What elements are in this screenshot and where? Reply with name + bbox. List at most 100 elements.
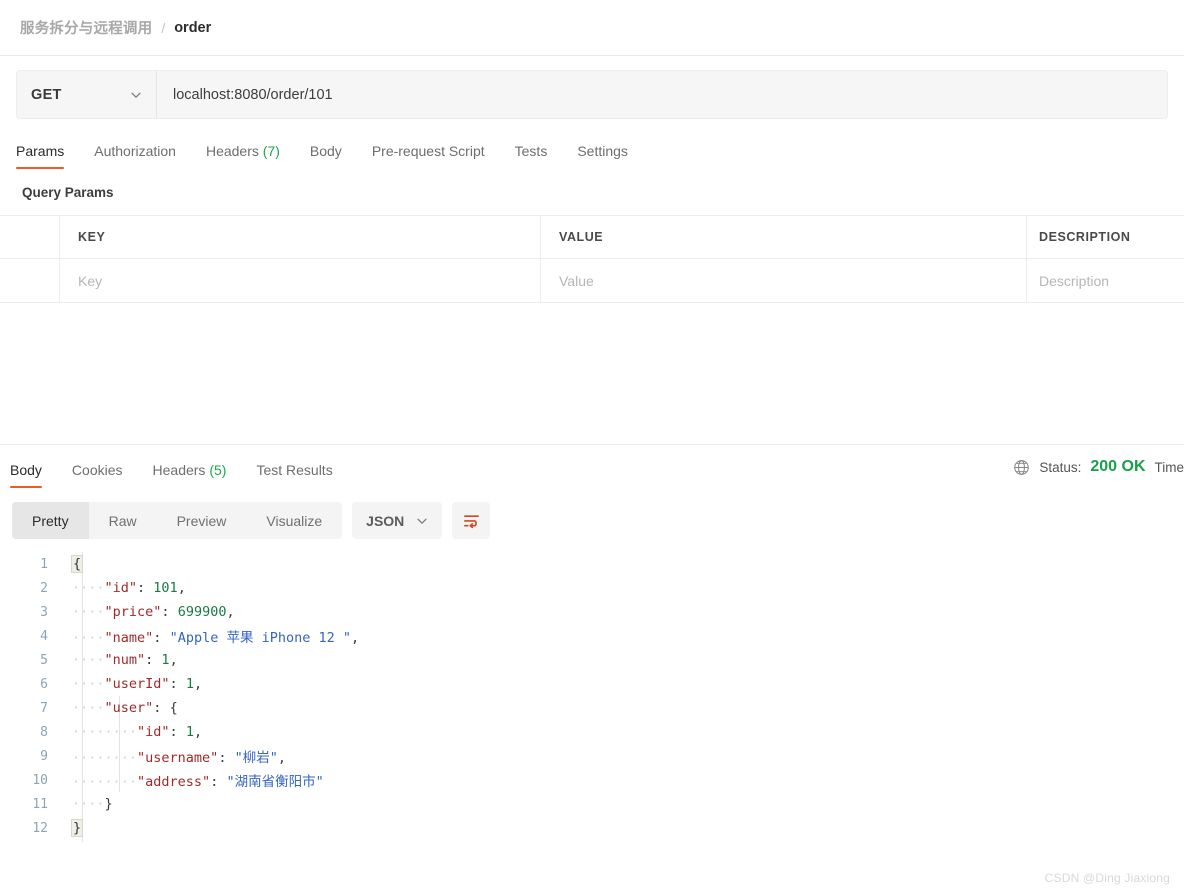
code-token: { bbox=[169, 700, 178, 716]
response-pane-divider[interactable] bbox=[0, 444, 1184, 445]
status-badge: 200 OK bbox=[1090, 458, 1146, 475]
response-tab-headers[interactable]: Headers (5) bbox=[153, 462, 227, 488]
tab-headers[interactable]: Headers (7) bbox=[206, 143, 280, 169]
tab-authorization[interactable]: Authorization bbox=[94, 143, 176, 169]
tab-headers-label: Headers bbox=[205, 143, 259, 159]
code-token: : bbox=[218, 750, 235, 766]
body-format-selector[interactable]: JSON bbox=[352, 502, 443, 539]
code-line-text: ····"name": "Apple 苹果 iPhone 12 ", bbox=[58, 626, 359, 646]
code-token: : bbox=[137, 580, 154, 596]
query-params-title: Query Params bbox=[22, 185, 114, 200]
breadcrumb-current-request[interactable]: order bbox=[174, 20, 211, 36]
row-checkbox-cell[interactable] bbox=[0, 259, 60, 302]
line-number: 6 bbox=[40, 676, 48, 692]
code-token: "name" bbox=[104, 630, 154, 646]
code-token: ···· bbox=[72, 700, 105, 716]
param-description-input[interactable]: Description bbox=[1027, 259, 1184, 302]
code-token: 1 bbox=[185, 676, 194, 692]
code-line: 7 ····"user": { bbox=[0, 696, 1184, 720]
tab-body[interactable]: Body bbox=[310, 143, 342, 169]
param-key-input[interactable]: Key bbox=[60, 259, 541, 302]
view-mode-visualize-label: Visualize bbox=[266, 512, 323, 529]
code-token: "num" bbox=[104, 652, 146, 668]
code-line: 2 ····"id": 101, bbox=[0, 576, 1184, 600]
code-token: ···· bbox=[104, 774, 138, 790]
breadcrumb-collection[interactable]: 服务拆分与远程调用 bbox=[20, 17, 152, 38]
code-token: : bbox=[210, 774, 227, 790]
code-token: "Apple 苹果 iPhone 12 " bbox=[169, 630, 351, 646]
tab-pre-request-script[interactable]: Pre-request Script bbox=[372, 143, 485, 169]
code-line-text: ········"id": 1, bbox=[58, 724, 202, 740]
response-tab-headers-label: Headers bbox=[152, 462, 206, 478]
view-mode-pretty-label: Pretty bbox=[32, 512, 69, 529]
code-line: 8 ········"id": 1, bbox=[0, 720, 1184, 744]
param-value-input[interactable]: Value bbox=[541, 259, 1027, 302]
tab-tests[interactable]: Tests bbox=[515, 143, 548, 169]
response-body-code[interactable]: 1{2 ····"id": 101, 3 ····"price": 699900, 4 ·… bbox=[0, 552, 1184, 894]
code-line-text: ····} bbox=[58, 796, 113, 812]
chevron-down-icon bbox=[416, 515, 428, 527]
globe-icon[interactable] bbox=[1013, 459, 1030, 476]
tab-settings[interactable]: Settings bbox=[577, 143, 628, 169]
tab-settings-label: Settings bbox=[577, 143, 628, 159]
tab-tests-label: Tests bbox=[514, 143, 548, 159]
code-token: : bbox=[169, 676, 186, 692]
chevron-down-icon bbox=[130, 89, 142, 101]
table-row[interactable]: Key Value Description bbox=[0, 259, 1184, 302]
http-method-selector[interactable]: GET bbox=[17, 71, 157, 118]
code-token: "id" bbox=[137, 724, 170, 740]
column-header-description: DESCRIPTION bbox=[1027, 216, 1184, 258]
view-mode-pretty[interactable]: Pretty bbox=[12, 502, 89, 539]
tab-pre-request-script-label: Pre-request Script bbox=[371, 143, 485, 159]
code-token: 101 bbox=[153, 580, 178, 596]
column-header-value-label: VALUE bbox=[559, 230, 604, 244]
code-line: 11 ····} bbox=[0, 792, 1184, 816]
code-token: ···· bbox=[72, 630, 105, 646]
code-token: "柳岩" bbox=[234, 750, 278, 766]
code-token: { bbox=[71, 555, 84, 573]
view-mode-preview-label: Preview bbox=[176, 512, 227, 529]
code-token: : bbox=[145, 652, 162, 668]
code-token: ···· bbox=[72, 724, 105, 740]
line-number: 11 bbox=[32, 796, 48, 812]
code-token: , bbox=[177, 580, 186, 596]
select-all-cell[interactable] bbox=[0, 216, 60, 258]
code-token: : bbox=[169, 724, 186, 740]
code-line: 6 ····"userId": 1, bbox=[0, 672, 1184, 696]
response-tab-test-results[interactable]: Test Results bbox=[256, 462, 332, 488]
response-tab-cookies[interactable]: Cookies bbox=[72, 462, 123, 488]
response-tab-cookies-label: Cookies bbox=[71, 462, 123, 478]
response-tab-body-label: Body bbox=[10, 462, 42, 478]
code-token: : bbox=[153, 700, 170, 716]
column-header-description-label: DESCRIPTION bbox=[1039, 230, 1131, 244]
code-line-text: { bbox=[58, 555, 84, 573]
line-number: 10 bbox=[32, 772, 48, 788]
code-token: , bbox=[226, 604, 235, 620]
code-line-text: ····"user": { bbox=[58, 700, 178, 716]
code-line-text: ········"address": "湖南省衡阳市" bbox=[58, 770, 324, 790]
request-url-input[interactable]: localhost:8080/order/101 bbox=[157, 71, 1167, 118]
code-token: "price" bbox=[104, 604, 162, 620]
response-time-label: Time bbox=[1154, 459, 1184, 475]
request-url-box: GET localhost:8080/order/101 bbox=[16, 70, 1168, 119]
view-mode-preview[interactable]: Preview bbox=[157, 502, 247, 539]
word-wrap-icon[interactable] bbox=[452, 502, 491, 539]
code-line: 10 ········"address": "湖南省衡阳市" bbox=[0, 768, 1184, 792]
view-mode-visualize[interactable]: Visualize bbox=[246, 502, 342, 539]
code-line-text: ····"userId": 1, bbox=[58, 676, 202, 692]
tab-params[interactable]: Params bbox=[16, 143, 65, 169]
body-format-label: JSON bbox=[366, 512, 405, 529]
code-line: 3 ····"price": 699900, bbox=[0, 600, 1184, 624]
response-tabs: Body Cookies Headers (5) Test Results bbox=[10, 452, 363, 488]
code-token: , bbox=[351, 630, 360, 646]
code-token: : bbox=[161, 604, 178, 620]
line-number: 8 bbox=[40, 724, 48, 740]
code-token: ···· bbox=[72, 774, 105, 790]
view-mode-raw[interactable]: Raw bbox=[89, 502, 157, 539]
line-number: 12 bbox=[32, 820, 48, 836]
response-tab-body[interactable]: Body bbox=[10, 462, 42, 488]
query-params-table: KEY VALUE DESCRIPTION Key Value Descript… bbox=[0, 215, 1184, 303]
code-line-text: ····"id": 101, bbox=[58, 580, 186, 596]
code-token: 699900 bbox=[177, 604, 227, 620]
code-token: ···· bbox=[72, 796, 105, 812]
